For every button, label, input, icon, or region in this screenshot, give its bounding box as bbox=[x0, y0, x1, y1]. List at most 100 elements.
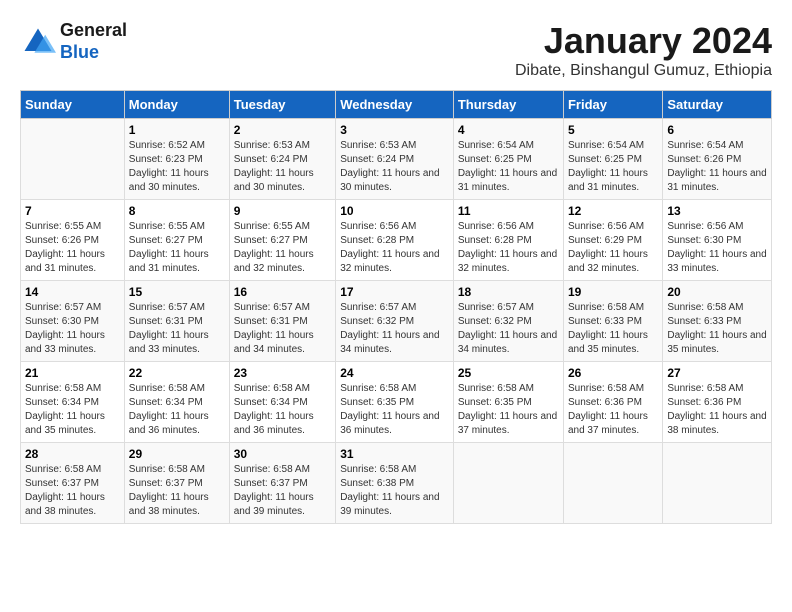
calendar-cell: 30Sunrise: 6:58 AMSunset: 6:37 PMDayligh… bbox=[229, 443, 335, 524]
day-number: 11 bbox=[458, 204, 559, 218]
calendar-cell: 15 Sunrise: 6:57 AMSunset: 6:31 PMDayligh… bbox=[124, 281, 229, 362]
day-info: Sunrise: 6:58 AMSunset: 6:35 PMDaylight:… bbox=[458, 382, 559, 438]
calendar-cell: 19Sunrise: 6:58 AMSunset: 6:33 PMDayligh… bbox=[563, 281, 662, 362]
calendar-cell: 18Sunrise: 6:57 AMSunset: 6:32 PMDayligh… bbox=[453, 281, 563, 362]
day-number: 21 bbox=[25, 366, 120, 380]
calendar-cell: 1 Sunrise: 6:52 AMSunset: 6:23 PMDaylight… bbox=[124, 119, 229, 200]
page-header: General Blue January 2024 Dibate, Binsha… bbox=[20, 20, 772, 80]
main-title: January 2024 bbox=[515, 20, 772, 62]
calendar-cell: 16 Sunrise: 6:57 AMSunset: 6:31 PMDayligh… bbox=[229, 281, 335, 362]
day-info: Sunrise: 6:55 AMSunset: 6:26 PMDaylight:… bbox=[25, 220, 120, 276]
logo-line1: General bbox=[60, 20, 127, 42]
day-number: 8 bbox=[129, 204, 225, 218]
day-number: 18 bbox=[458, 285, 559, 299]
day-number: 12 bbox=[568, 204, 658, 218]
day-info: Sunrise: 6:58 AMSunset: 6:34 PMDaylight:… bbox=[129, 382, 225, 438]
day-number: 31 bbox=[340, 447, 449, 461]
calendar-cell: 12 Sunrise: 6:56 AMSunset: 6:29 PMDayligh… bbox=[563, 200, 662, 281]
logo-text: General Blue bbox=[60, 20, 127, 63]
header-tuesday: Tuesday bbox=[229, 91, 335, 119]
day-number: 7 bbox=[25, 204, 120, 218]
subtitle: Dibate, Binshangul Gumuz, Ethiopia bbox=[515, 62, 772, 80]
day-number: 20 bbox=[667, 285, 767, 299]
calendar-cell bbox=[563, 443, 662, 524]
day-info: Sunrise: 6:56 AMSunset: 6:28 PMDaylight:… bbox=[458, 220, 559, 276]
calendar-cell: 2Sunrise: 6:53 AMSunset: 6:24 PMDaylight… bbox=[229, 119, 335, 200]
calendar-cell: 22Sunrise: 6:58 AMSunset: 6:34 PMDayligh… bbox=[124, 362, 229, 443]
day-number: 3 bbox=[340, 123, 449, 137]
day-number: 5 bbox=[568, 123, 658, 137]
calendar-cell: 27 Sunrise: 6:58 AMSunset: 6:36 PMDayligh… bbox=[663, 362, 772, 443]
week-row-4: 28 Sunrise: 6:58 AMSunset: 6:37 PMDayligh… bbox=[21, 443, 772, 524]
day-number: 29 bbox=[129, 447, 225, 461]
day-info: Sunrise: 6:55 AMSunset: 6:27 PMDaylight:… bbox=[129, 220, 225, 276]
day-number: 24 bbox=[340, 366, 449, 380]
calendar-cell bbox=[21, 119, 125, 200]
calendar-cell: 23 Sunrise: 6:58 AMSunset: 6:34 PMDayligh… bbox=[229, 362, 335, 443]
day-info: Sunrise: 6:54 AMSunset: 6:25 PMDaylight:… bbox=[458, 139, 559, 195]
header-wednesday: Wednesday bbox=[336, 91, 454, 119]
day-info: Sunrise: 6:57 AMSunset: 6:31 PMDaylight:… bbox=[129, 301, 225, 357]
day-number: 2 bbox=[234, 123, 331, 137]
logo: General Blue bbox=[20, 20, 127, 63]
day-info: Sunrise: 6:56 AMSunset: 6:28 PMDaylight:… bbox=[340, 220, 449, 276]
day-number: 10 bbox=[340, 204, 449, 218]
calendar-cell: 6 Sunrise: 6:54 AMSunset: 6:26 PMDaylight… bbox=[663, 119, 772, 200]
logo-icon bbox=[20, 24, 56, 60]
day-info: Sunrise: 6:54 AMSunset: 6:25 PMDaylight:… bbox=[568, 139, 658, 195]
day-info: Sunrise: 6:58 AMSunset: 6:38 PMDaylight:… bbox=[340, 463, 449, 519]
calendar-cell: 9 Sunrise: 6:55 AMSunset: 6:27 PMDaylight… bbox=[229, 200, 335, 281]
day-number: 4 bbox=[458, 123, 559, 137]
day-info: Sunrise: 6:58 AMSunset: 6:36 PMDaylight:… bbox=[568, 382, 658, 438]
calendar-cell: 26Sunrise: 6:58 AMSunset: 6:36 PMDayligh… bbox=[563, 362, 662, 443]
calendar-table: SundayMondayTuesdayWednesdayThursdayFrid… bbox=[20, 90, 772, 524]
header-friday: Friday bbox=[563, 91, 662, 119]
calendar-cell: 7 Sunrise: 6:55 AMSunset: 6:26 PMDaylight… bbox=[21, 200, 125, 281]
calendar-cell: 5 Sunrise: 6:54 AMSunset: 6:25 PMDaylight… bbox=[563, 119, 662, 200]
calendar-cell: 21 Sunrise: 6:58 AMSunset: 6:34 PMDayligh… bbox=[21, 362, 125, 443]
day-number: 19 bbox=[568, 285, 658, 299]
calendar-cell bbox=[453, 443, 563, 524]
header-sunday: Sunday bbox=[21, 91, 125, 119]
week-row-2: 14Sunrise: 6:57 AMSunset: 6:30 PMDayligh… bbox=[21, 281, 772, 362]
day-number: 1 bbox=[129, 123, 225, 137]
day-info: Sunrise: 6:58 AMSunset: 6:37 PMDaylight:… bbox=[129, 463, 225, 519]
calendar-cell: 14Sunrise: 6:57 AMSunset: 6:30 PMDayligh… bbox=[21, 281, 125, 362]
day-info: Sunrise: 6:57 AMSunset: 6:31 PMDaylight:… bbox=[234, 301, 331, 357]
day-number: 23 bbox=[234, 366, 331, 380]
logo-line2: Blue bbox=[60, 42, 127, 64]
day-info: Sunrise: 6:52 AMSunset: 6:23 PMDaylight:… bbox=[129, 139, 225, 195]
day-info: Sunrise: 6:54 AMSunset: 6:26 PMDaylight:… bbox=[667, 139, 767, 195]
calendar-cell: 25 Sunrise: 6:58 AMSunset: 6:35 PMDayligh… bbox=[453, 362, 563, 443]
calendar-cell: 13Sunrise: 6:56 AMSunset: 6:30 PMDayligh… bbox=[663, 200, 772, 281]
day-info: Sunrise: 6:56 AMSunset: 6:29 PMDaylight:… bbox=[568, 220, 658, 276]
header-saturday: Saturday bbox=[663, 91, 772, 119]
week-row-3: 21 Sunrise: 6:58 AMSunset: 6:34 PMDayligh… bbox=[21, 362, 772, 443]
calendar-cell: 3 Sunrise: 6:53 AMSunset: 6:24 PMDaylight… bbox=[336, 119, 454, 200]
day-number: 15 bbox=[129, 285, 225, 299]
day-info: Sunrise: 6:53 AMSunset: 6:24 PMDaylight:… bbox=[340, 139, 449, 195]
calendar-cell: 29 Sunrise: 6:58 AMSunset: 6:37 PMDayligh… bbox=[124, 443, 229, 524]
day-info: Sunrise: 6:58 AMSunset: 6:34 PMDaylight:… bbox=[234, 382, 331, 438]
day-info: Sunrise: 6:58 AMSunset: 6:35 PMDaylight:… bbox=[340, 382, 449, 438]
day-info: Sunrise: 6:58 AMSunset: 6:37 PMDaylight:… bbox=[234, 463, 331, 519]
day-info: Sunrise: 6:57 AMSunset: 6:32 PMDaylight:… bbox=[340, 301, 449, 357]
calendar-cell: 11 Sunrise: 6:56 AMSunset: 6:28 PMDayligh… bbox=[453, 200, 563, 281]
day-number: 13 bbox=[667, 204, 767, 218]
day-info: Sunrise: 6:58 AMSunset: 6:36 PMDaylight:… bbox=[667, 382, 767, 438]
day-number: 27 bbox=[667, 366, 767, 380]
day-info: Sunrise: 6:55 AMSunset: 6:27 PMDaylight:… bbox=[234, 220, 331, 276]
day-number: 9 bbox=[234, 204, 331, 218]
header-thursday: Thursday bbox=[453, 91, 563, 119]
day-info: Sunrise: 6:58 AMSunset: 6:34 PMDaylight:… bbox=[25, 382, 120, 438]
day-number: 14 bbox=[25, 285, 120, 299]
calendar-cell: 10 Sunrise: 6:56 AMSunset: 6:28 PMDayligh… bbox=[336, 200, 454, 281]
day-number: 17 bbox=[340, 285, 449, 299]
day-number: 6 bbox=[667, 123, 767, 137]
day-number: 28 bbox=[25, 447, 120, 461]
day-number: 25 bbox=[458, 366, 559, 380]
calendar-cell bbox=[663, 443, 772, 524]
calendar-cell: 20Sunrise: 6:58 AMSunset: 6:33 PMDayligh… bbox=[663, 281, 772, 362]
day-number: 16 bbox=[234, 285, 331, 299]
calendar-cell: 28Sunrise: 6:58 AMSunset: 6:37 PMDayligh… bbox=[21, 443, 125, 524]
